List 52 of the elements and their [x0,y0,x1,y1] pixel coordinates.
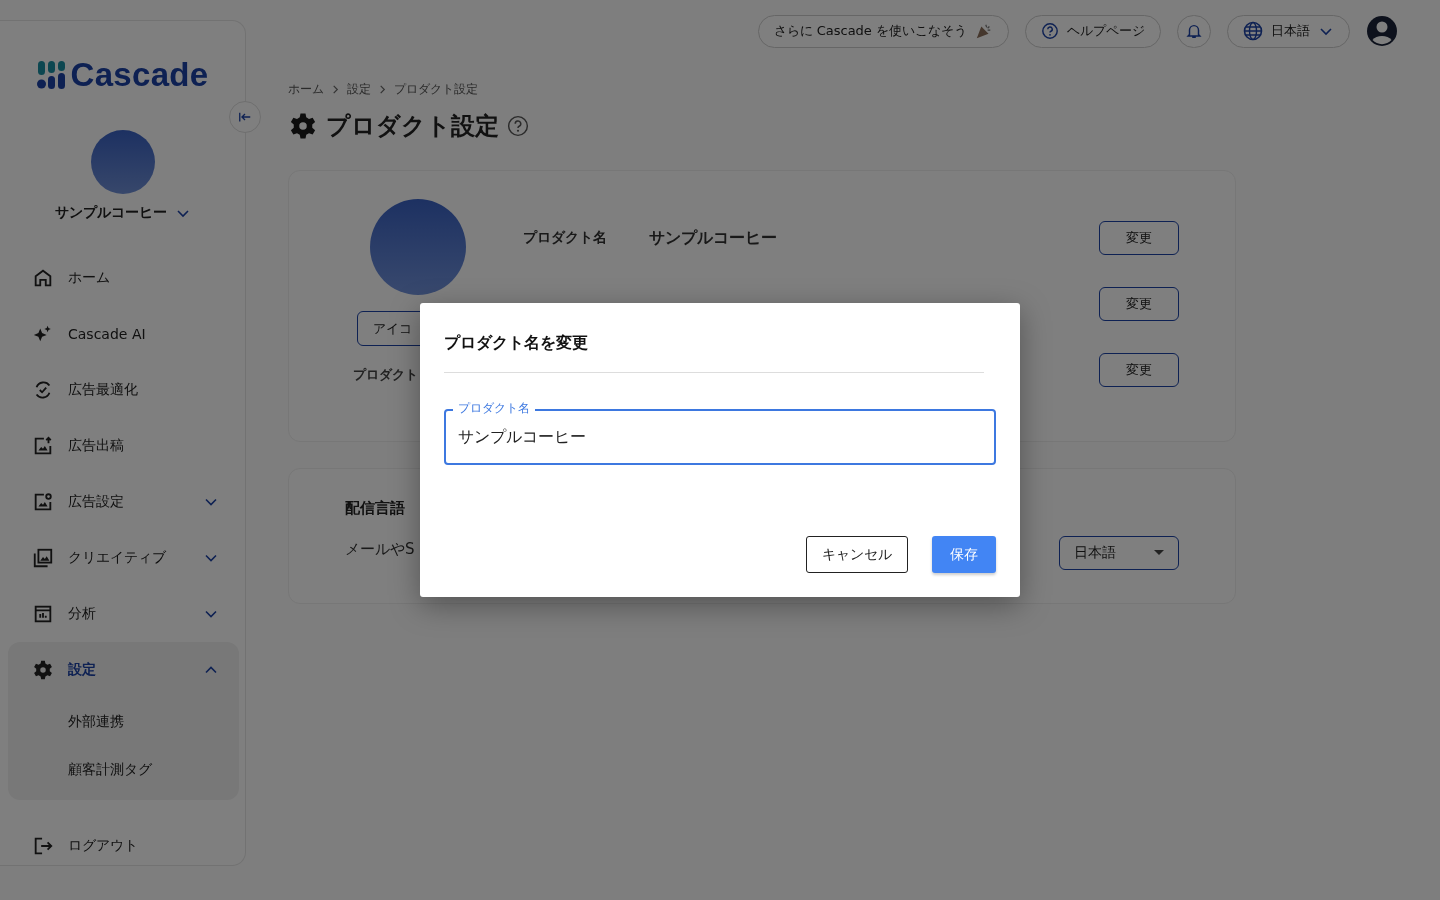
nav-item[interactable]: 設定 [8,642,239,698]
collapse-icon [238,110,252,124]
section-description: メールやS [345,540,415,559]
icon-caption: プロダクト [353,366,418,384]
settings-icon [288,111,318,141]
gallery-icon [32,547,54,569]
save-button[interactable]: 保存 [932,536,996,573]
nav-item[interactable]: 分析 [8,586,239,642]
chevron-right-icon [378,85,387,94]
party-popper-icon [975,22,993,40]
nav-item[interactable]: ホーム [8,250,239,306]
nav-item[interactable]: Cascade AI [8,306,239,362]
nav-item[interactable]: 広告設定 [8,474,239,530]
change-button[interactable]: 変更 [1099,353,1179,387]
notification-button[interactable] [1177,14,1211,48]
product-switcher[interactable]: サンプルコーヒー [50,200,195,226]
help-button[interactable]: ヘルプページ [1025,14,1161,48]
change-button[interactable]: 変更 [1099,221,1179,255]
breadcrumb-link[interactable]: 設定 [347,81,371,98]
nav-item[interactable]: クリエイティブ [8,530,239,586]
collapse-sidebar-button[interactable] [229,101,261,133]
nav-item[interactable]: 広告出稿 [8,418,239,474]
nav-item[interactable]: 広告最適化 [8,362,239,418]
adgear-icon [32,491,54,513]
nav-subitem[interactable]: 顧客計測タグ [8,746,239,794]
logo-wordmark: Cascade [70,56,209,94]
breadcrumb-link[interactable]: ホーム [288,81,324,98]
change-button[interactable]: 変更 [1099,287,1179,321]
field-label: プロダクト名 [453,400,535,416]
section-title: 配信言語 [345,499,405,518]
dropdown-caret-icon [1154,550,1164,556]
gear-icon [32,659,54,681]
language-select[interactable]: 日本語 [1059,536,1179,570]
upload-icon [32,435,54,457]
bell-icon [1185,22,1203,40]
help-icon[interactable] [507,115,529,137]
logo-icon [36,60,67,90]
help-icon [1041,22,1059,40]
page-title: プロダクト設定 [326,111,499,142]
field-value: サンプルコーヒー [649,227,778,249]
cancel-button[interactable]: キャンセル [806,536,908,573]
globe-icon [1243,21,1263,41]
user-avatar-icon[interactable] [1366,15,1398,47]
field-label: プロダクト名 [523,229,608,247]
home-icon [32,267,54,289]
nav-subitem[interactable]: 外部連携 [8,698,239,746]
chart-icon [32,603,54,625]
language-button[interactable]: 日本語 [1227,14,1350,48]
promo-button[interactable]: さらに Cascade を使いこなそう [757,14,1009,48]
chevron-right-icon [331,85,340,94]
logout-icon [32,835,54,857]
nav-item[interactable]: ログアウト [8,818,239,874]
